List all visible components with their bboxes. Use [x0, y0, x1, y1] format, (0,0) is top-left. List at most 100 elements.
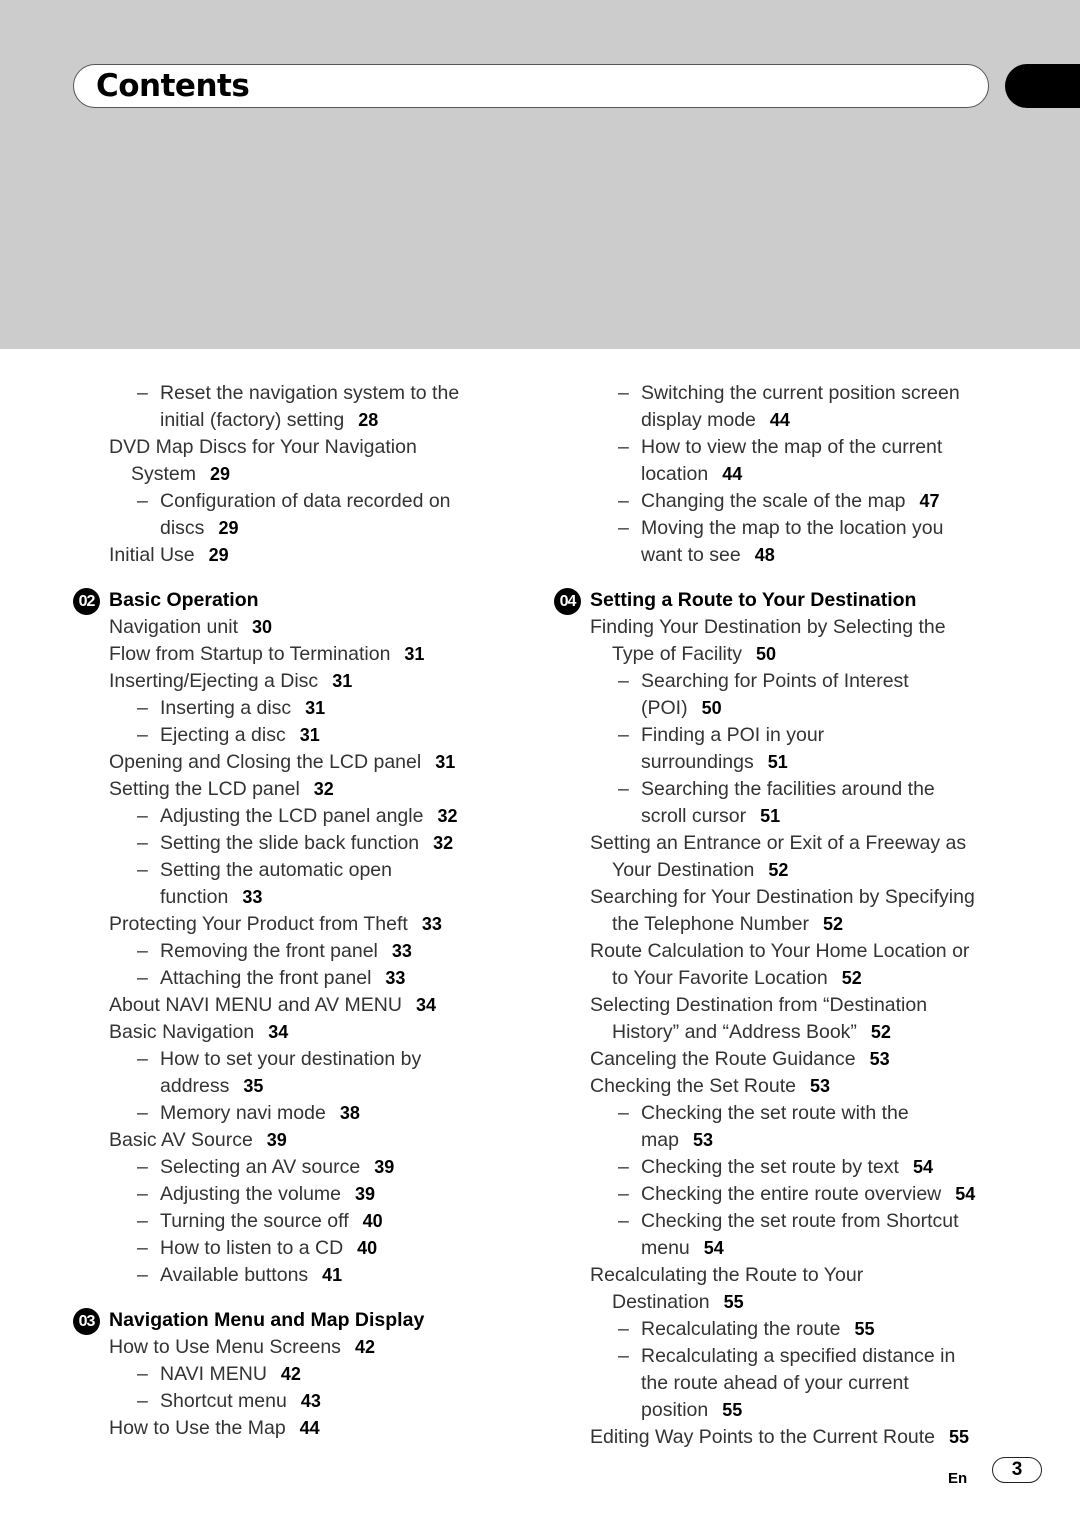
entry-text: Checking the set route by text 54: [641, 1156, 934, 1178]
page-ref: 31: [299, 725, 320, 745]
toc-entry[interactable]: Inserting/Ejecting a Disc 31: [73, 668, 513, 695]
toc-entry[interactable]: Checking the Set Route 53: [554, 1073, 1014, 1100]
entry-text: Switching the current position screen: [641, 382, 960, 404]
toc-entry[interactable]: Recalculating the Route to Your Destinati…: [554, 1262, 1014, 1316]
toc-subentry[interactable]: – Setting the slide back function 32: [73, 830, 513, 857]
toc-subentry[interactable]: – Available buttons 41: [73, 1262, 513, 1289]
page-ref: 29: [208, 545, 229, 565]
entry-text: surroundings 51: [641, 751, 788, 773]
entry-text: Route Calculation to Your Home Location …: [590, 940, 970, 962]
toc-subentry[interactable]: – Adjusting the LCD panel angle 32: [73, 803, 513, 830]
toc-entry[interactable]: Searching for Your Destination by Specif…: [554, 884, 1014, 938]
toc-section-heading[interactable]: 02 Basic Operation: [73, 587, 513, 615]
entry-text: Adjusting the LCD panel angle 32: [160, 805, 458, 827]
page-ref: 55: [949, 1427, 970, 1447]
entry-text: Selecting Destination from “Destination: [590, 994, 928, 1016]
toc-subentry[interactable]: – Switching the current position screen di…: [554, 380, 1014, 434]
entry-text: Changing the scale of the map 47: [641, 490, 940, 512]
page-ref: 32: [433, 833, 454, 853]
entry-text: Basic Navigation 34: [109, 1021, 289, 1043]
toc-subentry[interactable]: – Reset the navigation system to the initi…: [73, 380, 513, 434]
toc-subentry[interactable]: – Checking the set route by text 54: [554, 1154, 1014, 1181]
dash-bullet: –: [618, 490, 629, 512]
toc-subentry[interactable]: – Attaching the front panel 33: [73, 965, 513, 992]
toc-entry[interactable]: Navigation unit 30: [73, 614, 513, 641]
dash-bullet: –: [137, 724, 148, 746]
page-ref: 52: [768, 860, 789, 880]
toc-subentry[interactable]: – Ejecting a disc 31: [73, 722, 513, 749]
page-ref: 31: [305, 698, 326, 718]
toc-subentry[interactable]: – Searching for Points of Interest (POI) 50: [554, 668, 1014, 722]
toc-entry[interactable]: Editing Way Points to the Current Route 5…: [554, 1424, 1014, 1451]
toc-subentry[interactable]: – How to set your destination by address 35: [73, 1046, 513, 1100]
dash-bullet: –: [618, 1183, 629, 1205]
page-ref: 44: [299, 1418, 320, 1438]
toc-subentry[interactable]: – Adjusting the volume 39: [73, 1181, 513, 1208]
toc-entry[interactable]: Route Calculation to Your Home Location …: [554, 938, 1014, 992]
toc-entry[interactable]: Basic Navigation 34: [73, 1019, 513, 1046]
toc-subentry[interactable]: – Inserting a disc 31: [73, 695, 513, 722]
page-ref: 31: [404, 644, 425, 664]
toc-subentry[interactable]: – How to listen to a CD 40: [73, 1235, 513, 1262]
entry-text: function 33: [160, 886, 263, 908]
toc-subentry[interactable]: – Turning the source off 40: [73, 1208, 513, 1235]
toc-subentry[interactable]: – Configuration of data recorded on discs 2…: [73, 488, 513, 542]
entry-text: How to Use the Map 44: [109, 1417, 320, 1439]
toc-entry[interactable]: Opening and Closing the LCD panel 31: [73, 749, 513, 776]
page-ref: 31: [435, 752, 456, 772]
toc-entry[interactable]: Finding Your Destination by Selecting th…: [554, 614, 1014, 668]
entry-text: Initial Use 29: [109, 544, 229, 566]
toc-subentry[interactable]: – How to view the map of the current locat…: [554, 434, 1014, 488]
dash-bullet: –: [137, 1048, 148, 1070]
toc-entry[interactable]: Selecting Destination from “Destination H…: [554, 992, 1014, 1046]
dash-bullet: –: [618, 1156, 629, 1178]
toc-section-heading[interactable]: 03 Navigation Menu and Map Display: [73, 1307, 513, 1335]
dash-bullet: –: [618, 1345, 629, 1367]
dash-bullet: –: [618, 1318, 629, 1340]
toc-entry[interactable]: About NAVI MENU and AV MENU 34: [73, 992, 513, 1019]
dash-bullet: –: [137, 490, 148, 512]
toc-entry[interactable]: DVD Map Discs for Your Navigation System 2…: [73, 434, 513, 488]
toc-subentry[interactable]: – Recalculating a specified distance in th…: [554, 1343, 1014, 1424]
entry-text: the route ahead of your current: [641, 1372, 909, 1394]
toc-subentry[interactable]: – Checking the set route with the map 53: [554, 1100, 1014, 1154]
toc-subentry[interactable]: – Memory navi mode 38: [73, 1100, 513, 1127]
dash-bullet: –: [618, 724, 629, 746]
toc-subentry[interactable]: – Selecting an AV source 39: [73, 1154, 513, 1181]
section-title: Setting a Route to Your Destination: [590, 589, 917, 611]
toc-entry[interactable]: Canceling the Route Guidance 53: [554, 1046, 1014, 1073]
entry-text: Available buttons 41: [160, 1264, 343, 1286]
toc-subentry[interactable]: – Finding a POI in your surroundings 51: [554, 722, 1014, 776]
toc-entry[interactable]: Flow from Startup to Termination 31: [73, 641, 513, 668]
entry-text: position 55: [641, 1399, 743, 1421]
entry-text: Turning the source off 40: [160, 1210, 383, 1232]
toc-entry[interactable]: How to Use Menu Screens 42: [73, 1334, 513, 1361]
toc-entry[interactable]: Basic AV Source 39: [73, 1127, 513, 1154]
toc-subentry[interactable]: – Checking the set route from Shortcut men…: [554, 1208, 1014, 1262]
toc-entry[interactable]: Protecting Your Product from Theft 33: [73, 911, 513, 938]
toc-subentry[interactable]: – Moving the map to the location you want …: [554, 515, 1014, 569]
toc-entry[interactable]: How to Use the Map 44: [73, 1415, 513, 1442]
toc-subentry[interactable]: – Searching the facilities around the scro…: [554, 776, 1014, 830]
toc-subentry[interactable]: – Checking the entire route overview 54: [554, 1181, 1014, 1208]
entry-text: location 44: [641, 463, 743, 485]
toc-subentry[interactable]: – Removing the front panel 33: [73, 938, 513, 965]
page-title: Contents: [96, 68, 250, 104]
toc-subentry[interactable]: – Setting the automatic open function 33: [73, 857, 513, 911]
page-ref: 52: [841, 968, 862, 988]
entry-text: Canceling the Route Guidance 53: [590, 1048, 890, 1070]
toc-entry[interactable]: Initial Use 29: [73, 542, 513, 569]
entry-text: How to Use Menu Screens 42: [109, 1336, 375, 1358]
toc-subentry[interactable]: – Changing the scale of the map 47: [554, 488, 1014, 515]
toc-entry[interactable]: Setting an Entrance or Exit of a Freeway…: [554, 830, 1014, 884]
toc-subentry[interactable]: – Shortcut menu 43: [73, 1388, 513, 1415]
entry-text: Recalculating a specified distance in: [641, 1345, 956, 1367]
toc-right-column: – Switching the current position screen di…: [554, 380, 1014, 1451]
toc-section-heading[interactable]: 04 Setting a Route to Your Destination: [554, 587, 1014, 615]
page-ref: 44: [769, 410, 790, 430]
toc-subentry[interactable]: – Recalculating the route 55: [554, 1316, 1014, 1343]
toc-entry[interactable]: Setting the LCD panel 32: [73, 776, 513, 803]
toc-subentry[interactable]: – NAVI MENU 42: [73, 1361, 513, 1388]
entry-text: Checking the Set Route 53: [590, 1075, 830, 1097]
entry-text: initial (factory) setting 28: [160, 409, 379, 431]
